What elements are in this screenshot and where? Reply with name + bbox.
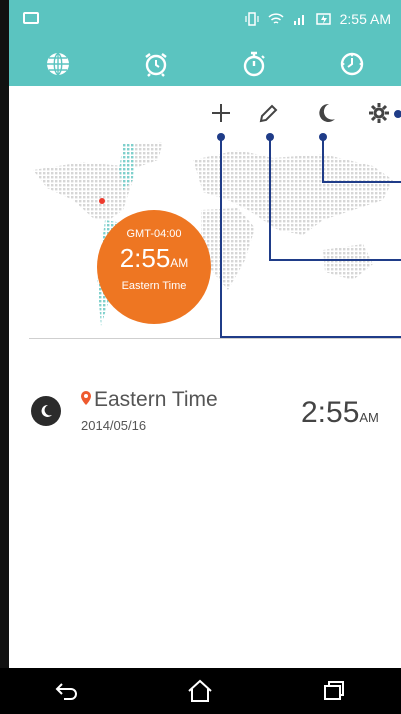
city-time: 2:55AM: [301, 396, 379, 429]
gallery-notification-icon: [23, 12, 39, 24]
city-date: 2014/05/16: [81, 418, 147, 433]
status-bar: 2:55 AM: [9, 0, 401, 42]
back-button[interactable]: [47, 673, 87, 709]
current-zone: Eastern Time: [121, 280, 187, 292]
moon-icon: [41, 404, 52, 417]
status-time: 2:55 AM: [339, 11, 391, 27]
battery-charging-icon: [315, 13, 331, 25]
world-map: [33, 142, 393, 326]
callout-line: [322, 181, 401, 183]
current-time: 2:55AM: [119, 243, 189, 273]
callout-line: [269, 137, 271, 261]
gear-icon: [369, 103, 389, 123]
pencil-icon: [259, 104, 278, 123]
app-screen: 2:55 AM GMT-04:00 2:55AM Eastern Time Ea…: [9, 0, 401, 668]
back-arrow-icon: [55, 683, 77, 700]
callout-line: [220, 137, 222, 337]
stopwatch-icon: [243, 51, 265, 77]
timer-icon: [340, 52, 364, 76]
gmt-offset: GMT-04:00: [126, 228, 182, 240]
callout-line: [322, 137, 324, 183]
moon-icon: [319, 103, 335, 122]
callout-dot: [394, 110, 401, 118]
plus-icon: [212, 104, 230, 122]
location-pin-icon: [81, 391, 91, 405]
tab-timer[interactable]: [330, 46, 374, 82]
callout-line: [269, 259, 401, 261]
recent-apps-icon: [324, 681, 345, 700]
globe-icon: [47, 52, 69, 76]
action-bar: [9, 98, 401, 134]
callout-line: [220, 336, 401, 338]
navigation-bar: [0, 668, 401, 714]
settings-button[interactable]: [364, 98, 394, 128]
vibrate-icon: [245, 12, 259, 26]
signal-icon: [293, 15, 304, 25]
add-city-button[interactable]: [206, 98, 236, 128]
tab-world-clock[interactable]: [36, 46, 80, 82]
edit-button[interactable]: [254, 98, 284, 128]
tab-stopwatch[interactable]: [232, 46, 276, 82]
current-time-bubble: GMT-04:00 2:55AM Eastern Time: [97, 210, 211, 324]
alarm-clock-icon: [145, 53, 167, 77]
home-button[interactable]: [180, 673, 220, 709]
night-mode-button[interactable]: [311, 98, 341, 128]
recent-apps-button[interactable]: [314, 673, 354, 709]
city-list-item[interactable]: Eastern Time 2014/05/16 2:55AM: [9, 380, 401, 440]
tab-bar: [9, 42, 401, 86]
wifi-icon: [268, 13, 284, 24]
home-icon: [188, 679, 213, 702]
night-indicator: [31, 396, 61, 426]
city-name: Eastern Time: [81, 388, 218, 412]
device-frame: 2:55 AM GMT-04:00 2:55AM Eastern Time Ea…: [0, 0, 401, 714]
tab-alarm[interactable]: [134, 46, 178, 82]
map-divider: [29, 338, 401, 339]
